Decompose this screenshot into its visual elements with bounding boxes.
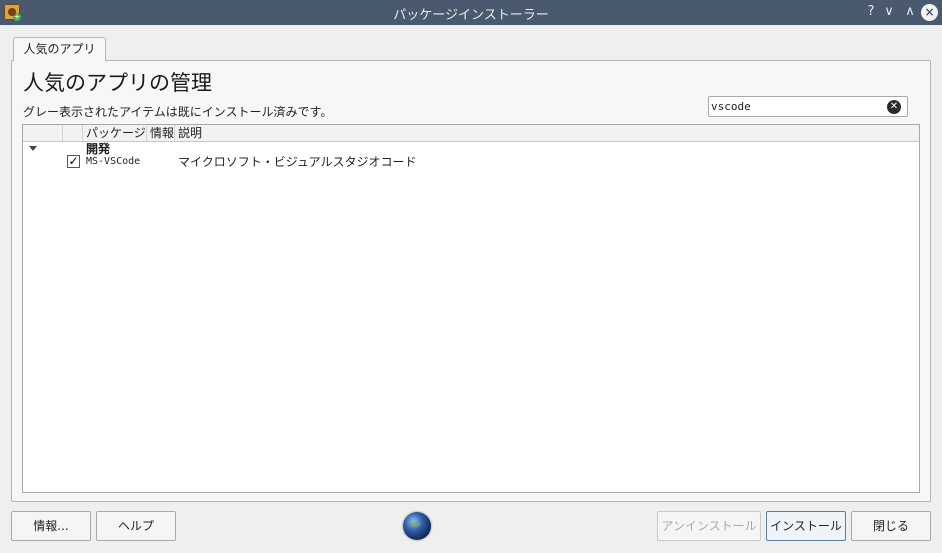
page-title: 人気のアプリの管理 (23, 71, 212, 95)
install-button[interactable]: インストール (766, 511, 846, 541)
title-bar: + パッケージインストーラー ? ∨ ∧ × (0, 0, 942, 25)
info-button[interactable]: 情報... (11, 511, 91, 541)
table-row[interactable]: ✓ MS-VSCode マイクロソフト・ビジュアルスタジオコード (23, 155, 919, 169)
globe-icon (403, 512, 431, 540)
maximize-icon[interactable]: ∧ (901, 3, 919, 21)
search-box: ✕ (708, 96, 908, 117)
install-checkbox[interactable]: ✓ (67, 155, 80, 168)
column-header-package[interactable]: パッケージ (83, 125, 147, 141)
category-row[interactable]: 開発 (23, 142, 919, 156)
search-input[interactable] (711, 98, 881, 115)
clear-search-icon[interactable]: ✕ (887, 100, 901, 114)
tree-header: パッケージ 情報 説明 (23, 125, 919, 142)
help-button[interactable]: ヘルプ (96, 511, 176, 541)
expand-arrow-icon[interactable] (29, 146, 37, 151)
page-subtitle: グレー表示されたアイテムは既にインストール済みです。 (23, 105, 333, 119)
column-header-info[interactable]: 情報 (147, 125, 175, 141)
column-header-description[interactable]: 説明 (175, 125, 919, 141)
help-icon[interactable]: ? (862, 3, 880, 21)
package-tree[interactable]: パッケージ 情報 説明 開発 ✓ MS-VSCode マイクロソフト・ビジュアル… (22, 124, 920, 493)
package-name: MS-VSCode (86, 156, 141, 167)
tab-popular-apps[interactable]: 人気のアプリ (13, 37, 106, 61)
column-header-check[interactable] (63, 125, 83, 141)
minimize-icon[interactable]: ∨ (880, 3, 898, 21)
window-title: パッケージインストーラー (393, 8, 549, 23)
column-header-expander[interactable] (23, 125, 63, 141)
uninstall-button[interactable]: アンインストール (657, 511, 761, 541)
close-window-icon[interactable]: × (921, 4, 938, 21)
category-label: 開発 (86, 142, 111, 156)
package-description: マイクロソフト・ビジュアルスタジオコード (178, 155, 417, 169)
close-button[interactable]: 閉じる (851, 511, 931, 541)
